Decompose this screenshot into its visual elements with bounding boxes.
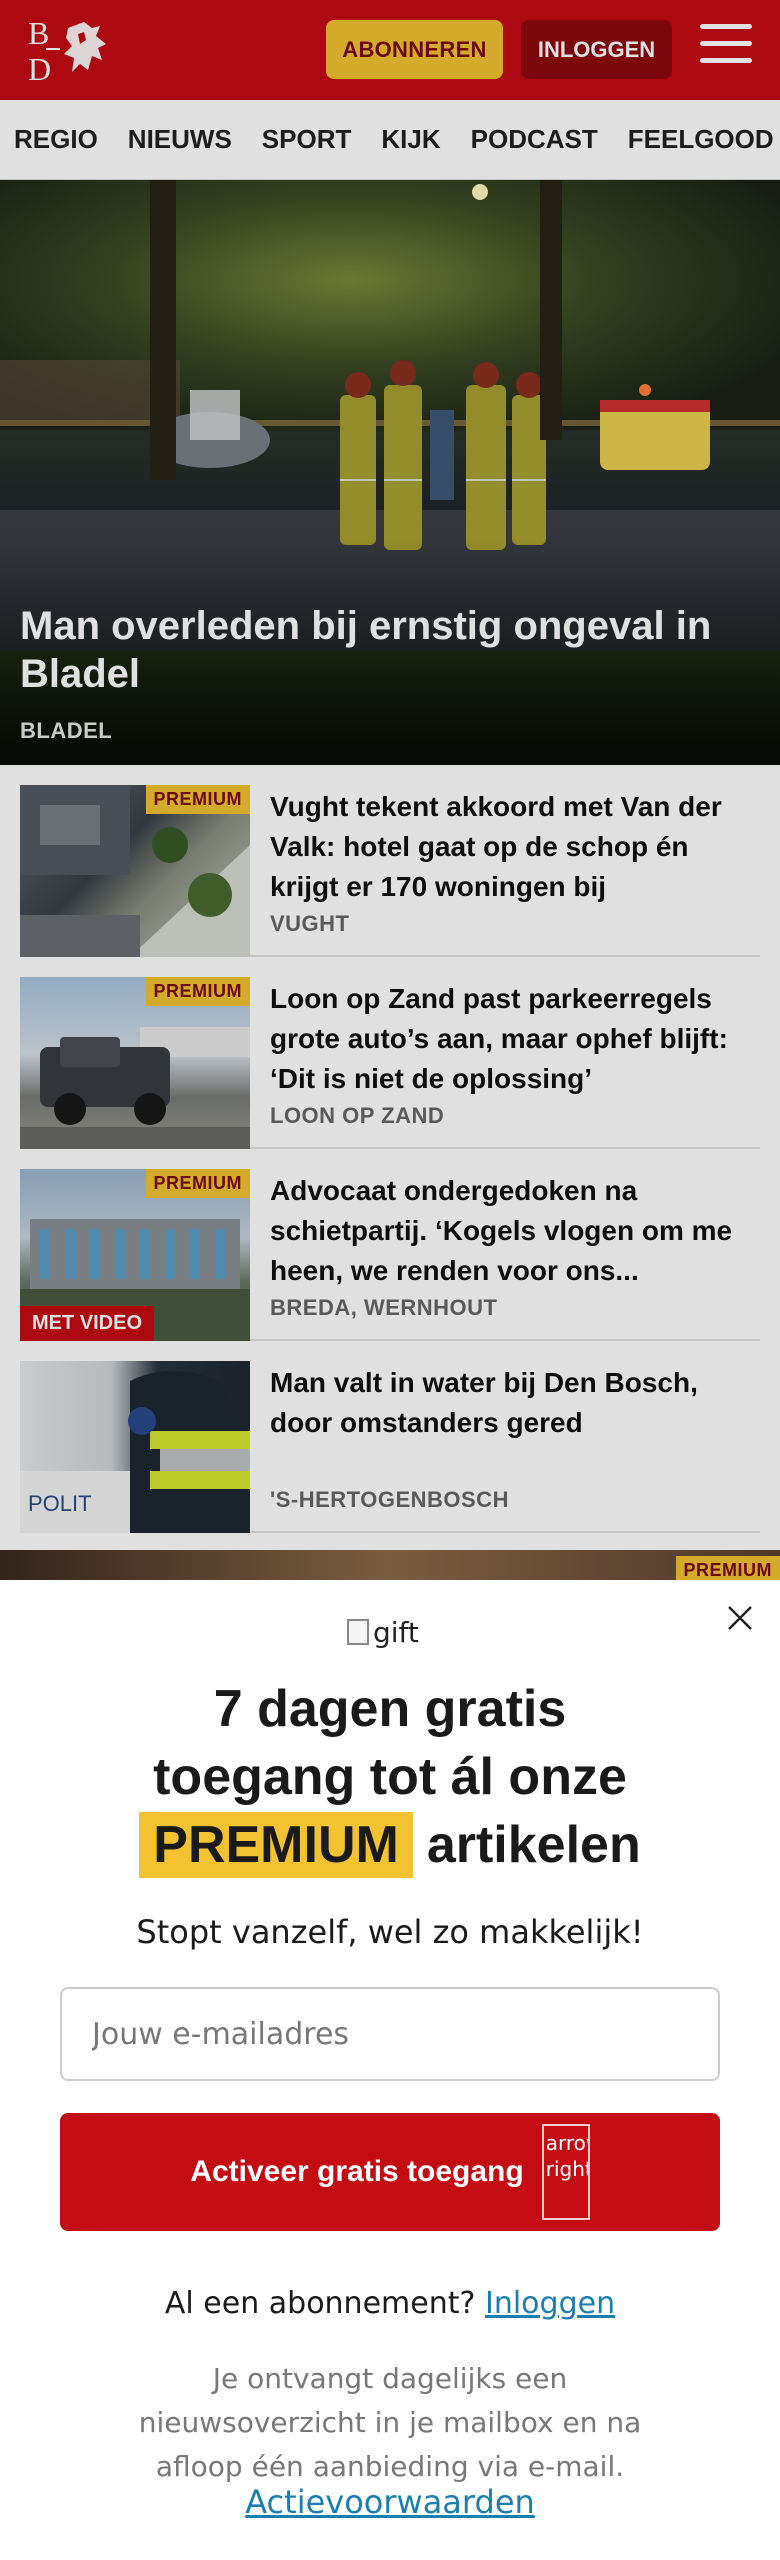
modal-subtitle: Stopt vanzelf, wel zo makkelijk! xyxy=(136,1913,644,1951)
broken-image-icon xyxy=(347,1619,369,1645)
gift-icon: gift xyxy=(347,1612,433,1652)
premium-highlight: PREMIUM xyxy=(139,1812,413,1878)
premium-trial-modal: gift 7 dagen gratis toegang tot ál onze … xyxy=(0,1580,780,2560)
modal-backdrop[interactable] xyxy=(0,0,780,1580)
terms-link[interactable]: Actievoorwaarden xyxy=(0,2483,780,2521)
close-icon[interactable] xyxy=(724,1602,756,1634)
email-field[interactable] xyxy=(60,1987,720,2081)
modal-title-line-1: 7 dagen gratis xyxy=(213,1680,567,1738)
modal-title: 7 dagen gratis toegang tot ál onze PREMI… xyxy=(0,1675,780,1879)
modal-title-tail: artikelen xyxy=(426,1816,641,1874)
activate-button-label: Activeer gratis toegang xyxy=(190,2155,524,2188)
modal-login-link[interactable]: Inloggen xyxy=(485,2286,615,2321)
activate-button[interactable]: Activeer gratis toegang arrow right xyxy=(60,2113,720,2231)
modal-title-line-2: toegang tot ál onze xyxy=(153,1748,627,1806)
newsletter-info: Je ontvangt dagelijks een nieuwsoverzich… xyxy=(138,2362,642,2483)
modal-title-line-3: PREMIUM artikelen xyxy=(0,1811,780,1879)
arrow-right-icon: arrow right xyxy=(541,2124,590,2220)
existing-subscription-line: Al een abonnement? Inloggen xyxy=(0,2286,780,2321)
gift-alt-text: gift xyxy=(373,1615,419,1649)
existing-subscription-text: Al een abonnement? xyxy=(164,2286,476,2321)
